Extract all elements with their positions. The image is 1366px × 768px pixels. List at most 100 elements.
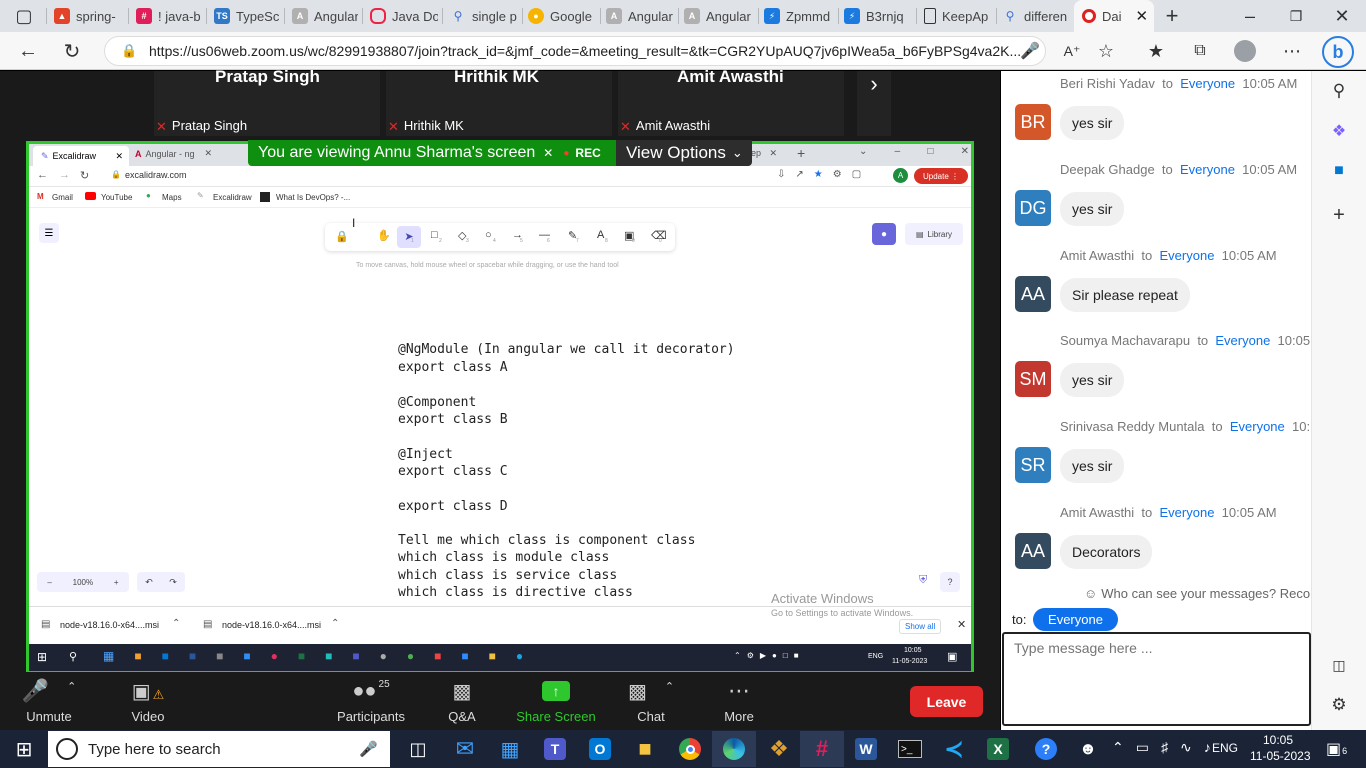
close-window-icon: ✕ xyxy=(960,146,969,157)
help-icon[interactable]: ? xyxy=(1024,731,1068,767)
avatar: AA xyxy=(1015,276,1051,312)
clock-time[interactable]: 10:05 xyxy=(1263,733,1293,747)
add-icon[interactable]: + xyxy=(1323,199,1355,231)
avatar: SM xyxy=(1015,361,1051,397)
bing-icon[interactable]: b xyxy=(1322,36,1354,68)
browser-tab[interactable]: Java Do xyxy=(370,0,438,32)
discover-icon[interactable]: ❖ xyxy=(1323,115,1355,147)
gmail-icon: M xyxy=(37,192,44,201)
shield-icon: ⛨ xyxy=(919,574,928,586)
ts-icon: TS xyxy=(214,8,230,24)
share-screen-button[interactable]: ↑ Share Screen xyxy=(510,673,602,730)
search-icon[interactable]: ⚲ xyxy=(1323,75,1355,107)
browser-tab[interactable]: ⚡ B3rnjq xyxy=(844,0,914,32)
vscode-icon[interactable]: ≺ xyxy=(932,731,976,767)
favorites-icon[interactable]: ★ xyxy=(1140,35,1172,67)
notifications-icon[interactable]: ▣6 xyxy=(1326,739,1347,759)
back-icon[interactable]: ← xyxy=(12,35,44,67)
browser-tab-active[interactable]: Dai ✕ xyxy=(1074,0,1154,32)
video-button[interactable]: ▣ ⚠ Video xyxy=(108,673,188,730)
chat-message: Srinivasa Reddy Muntala to Everyone 10:0… xyxy=(1001,419,1311,499)
chat-privacy-link[interactable]: ☺ Who can see your messages? Recor xyxy=(1084,586,1310,601)
volume-icon[interactable]: ♯ xyxy=(1161,739,1180,755)
more-menu-icon[interactable]: ⋯ xyxy=(1276,35,1308,67)
leave-button[interactable]: Leave xyxy=(910,686,983,717)
mic-muted-icon: 🎤 xyxy=(21,678,50,703)
url-bar[interactable]: 🔒 https://us06web.zoom.us/wc/82991938807… xyxy=(104,36,1046,66)
canvas-text-line: which class is module class xyxy=(398,550,610,565)
participants-button[interactable]: ●● 25 Participants xyxy=(331,673,411,730)
battery-icon[interactable]: ▭ xyxy=(1136,739,1161,755)
canvas-text-line: export class B xyxy=(398,412,508,427)
browser-tab[interactable]: ⚡ Zpmmd xyxy=(764,0,834,32)
clock-date[interactable]: 11-05-2023 xyxy=(1250,749,1311,763)
restore-icon[interactable]: ❐ xyxy=(1280,0,1312,32)
settings-icon[interactable]: ⚙ xyxy=(1323,689,1355,721)
next-page-button[interactable]: › xyxy=(857,71,891,136)
add-favorite-icon[interactable]: ☆ xyxy=(1090,35,1122,67)
browser-tab[interactable]: ▲ spring- xyxy=(54,0,126,32)
outlook-icon[interactable]: ■ xyxy=(1323,155,1355,187)
mic-muted-icon: ✕ xyxy=(156,118,167,134)
browser-tab[interactable]: A Angular xyxy=(606,0,674,32)
participant-label: ✕ Hrithik MK xyxy=(388,118,464,134)
gitkraken-icon[interactable]: ❖ xyxy=(757,731,801,767)
minimize-icon: – xyxy=(894,146,901,157)
chevron-up-icon[interactable]: ⌃ xyxy=(1112,739,1136,755)
taskbar-search[interactable]: Type here to search 🎤 xyxy=(48,731,390,767)
chrome-icon[interactable] xyxy=(668,731,712,767)
terminal-icon[interactable]: >_ xyxy=(888,731,932,767)
tab-actions-icon[interactable]: ▢ xyxy=(8,0,40,32)
file-explorer-icon[interactable]: ■ xyxy=(623,731,667,767)
participants-icon: ●● xyxy=(352,679,377,702)
mail-icon[interactable]: ✉ xyxy=(443,731,487,767)
browser-tab[interactable]: ⚲ differen xyxy=(1002,0,1072,32)
chat-message-input[interactable] xyxy=(1002,632,1311,726)
privacy-icon: ☺ xyxy=(1084,586,1098,601)
window-controls: ⌄ – □ ✕ xyxy=(859,146,969,157)
unmute-button[interactable]: 🎤 ⌃ Unmute xyxy=(9,673,89,730)
input-language[interactable]: ENG xyxy=(1212,741,1238,755)
qa-button[interactable]: ▩ Q&A xyxy=(422,673,502,730)
chat-button[interactable]: ▩ ⌃ Chat xyxy=(611,673,691,730)
search-icon: ⚲ xyxy=(69,651,78,663)
refresh-icon[interactable]: ↻ xyxy=(56,35,88,67)
browser-tab[interactable]: A Angular xyxy=(292,0,358,32)
outlook-icon[interactable]: O xyxy=(578,731,622,767)
message-header: Amit Awasthi to Everyone 10:05 AM xyxy=(1060,248,1277,263)
task-view-icon[interactable]: ◫ xyxy=(396,731,440,767)
new-tab-icon[interactable]: + xyxy=(1156,0,1188,32)
view-options-button[interactable]: View Options ⌄ xyxy=(616,140,752,166)
browser-tab[interactable]: KeepAp xyxy=(924,0,994,32)
message-header: Deepak Ghadge to Everyone 10:05 AM xyxy=(1060,162,1298,177)
message-bubble: Sir please repeat xyxy=(1060,278,1190,312)
mic-muted-icon: ✕ xyxy=(620,118,631,134)
slack-icon[interactable]: # xyxy=(800,731,844,767)
restore-icon: □ xyxy=(927,146,934,157)
chat-to-label: to: xyxy=(1012,612,1027,627)
excel-icon[interactable]: X xyxy=(976,731,1020,767)
browser-tab[interactable]: TS TypeScr xyxy=(214,0,280,32)
wifi-icon[interactable]: ∿ xyxy=(1180,739,1204,755)
store-icon[interactable]: ▦ xyxy=(488,731,532,767)
recipient-select[interactable]: Everyone xyxy=(1033,608,1118,631)
close-window-icon[interactable]: ✕ xyxy=(1326,0,1358,32)
more-button[interactable]: ⋯ More xyxy=(699,673,779,730)
browser-tab[interactable]: #! java-b xyxy=(136,0,206,32)
edge-icon[interactable] xyxy=(712,731,756,767)
minimize-icon[interactable]: – xyxy=(1234,0,1266,32)
word-icon[interactable]: W xyxy=(844,731,888,767)
profile-avatar[interactable] xyxy=(1234,40,1256,62)
back-icon: ← xyxy=(37,169,48,181)
close-tab-icon[interactable]: ✕ xyxy=(1136,7,1149,25)
read-aloud-icon[interactable]: A⁺ xyxy=(1056,35,1088,67)
mic-icon[interactable]: 🎤 xyxy=(1014,35,1046,67)
browser-tab[interactable]: ⚲ single p xyxy=(450,0,520,32)
teams-icon[interactable]: T xyxy=(533,731,577,767)
browser-tab[interactable]: A Angular xyxy=(684,0,754,32)
browser-tab[interactable]: ● Google xyxy=(528,0,598,32)
collections-icon[interactable]: ⧉ xyxy=(1184,35,1216,67)
people-icon[interactable]: ☻ xyxy=(1066,731,1110,767)
windows-start-icon[interactable]: ⊞ xyxy=(2,731,46,767)
sidebar-toggle-icon[interactable]: ◫ xyxy=(1323,649,1355,681)
